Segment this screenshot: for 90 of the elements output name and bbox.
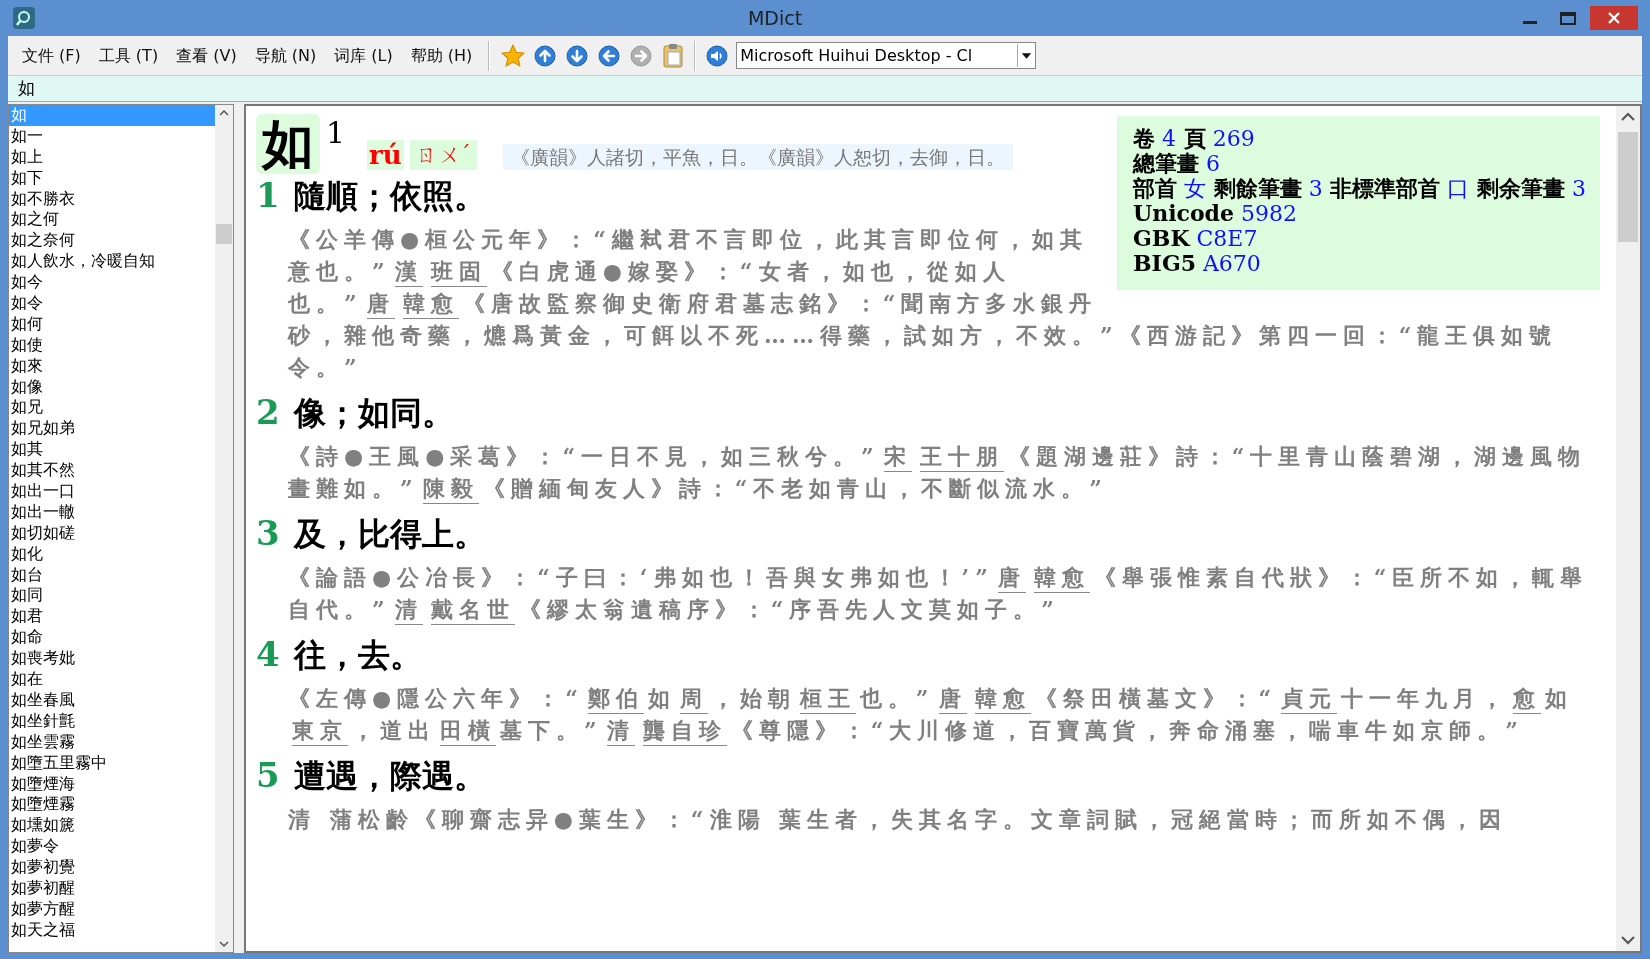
sidebar-item[interactable]: 如命 <box>9 627 215 649</box>
sidebar-item[interactable]: 如夢初醒 <box>9 877 215 899</box>
app-logo-icon <box>12 6 36 30</box>
sense-definition: 隨順；依照。 <box>293 176 486 217</box>
sidebar-item[interactable]: 如人飲水，冷暖自知 <box>9 251 215 273</box>
sense-number: 1 <box>256 174 280 216</box>
sidebar-item[interactable]: 如兄 <box>9 397 215 419</box>
citation-text: 《詩●王風●采葛》：“一日不見，如三秋兮。” 宋 王十朋 《題湖邊莊》詩：“十里青山蔭碧湖，湖邊風物畫難如。” 陳毅 《贈緬甸友人》詩：“不老如青山，不斷似流水。” <box>256 440 1600 504</box>
sense-number: 2 <box>256 391 280 433</box>
search-field[interactable]: 如 <box>8 76 1642 101</box>
scrollbar-thumb[interactable] <box>1618 132 1638 242</box>
sidebar-item[interactable]: 如令 <box>9 293 215 314</box>
rhyme-notes: 《廣韻》人諸切，平魚，日。《廣韻》人恕切，去御，日。 <box>502 144 1013 170</box>
sidebar-item[interactable]: 如一 <box>9 125 215 147</box>
pinyin: rú <box>367 140 404 170</box>
menu-item[interactable]: 帮助 (H) <box>402 43 481 68</box>
sidebar-item[interactable]: 如坐春風 <box>9 689 215 711</box>
sidebar-item[interactable]: 如出一口 <box>9 481 215 502</box>
sidebar-item[interactable]: 如台 <box>9 564 215 586</box>
scrollbar-thumb[interactable] <box>216 223 232 244</box>
menu-item[interactable]: 工具 (T) <box>90 43 167 68</box>
scrollbar[interactable] <box>1616 106 1640 951</box>
zhuyin: ㄖㄨˊ <box>409 140 477 170</box>
sense-definition: 遭遇，際遇。 <box>293 756 486 797</box>
voice-dropdown[interactable]: Microsoft Huihui Desktop - Cl <box>736 42 1037 69</box>
close-button[interactable] <box>1590 6 1638 30</box>
info-line: Unicode 5982 <box>1133 201 1298 226</box>
chevron-down-icon[interactable] <box>1620 933 1636 947</box>
sidebar-item[interactable]: 如之奈何 <box>9 230 215 252</box>
sidebar-item[interactable]: 如君 <box>9 606 215 628</box>
sidebar-item[interactable]: 如像 <box>9 376 215 398</box>
sidebar-item[interactable]: 如上 <box>9 146 215 168</box>
sidebar-item[interactable]: 如壎如篪 <box>9 815 215 837</box>
citation-text: 《左傳●隱公六年》：“ 鄭伯 如 周 ，始朝 桓王 也。” 唐 韓愈 《祭田橫墓文》：“ 貞元 十一年九月， 愈 如 東京 ，道出 田橫 墓下。” 清 龔自珍 《尊隱》：“大川修道，百寶萬貨，奔命涌塞，喘車牛如京師。” <box>256 682 1600 746</box>
sidebar-item[interactable]: 如化 <box>9 543 215 565</box>
sidebar-item[interactable]: 如不勝衣 <box>9 188 215 210</box>
homograph-number: 1 <box>326 118 346 148</box>
star-icon[interactable] <box>500 42 527 69</box>
arrow-left-icon[interactable] <box>597 43 622 68</box>
clipboard-icon[interactable] <box>662 42 685 69</box>
sidebar-item[interactable]: 如夢令 <box>9 836 215 858</box>
sense-number: 5 <box>256 754 280 796</box>
sidebar-item[interactable]: 如何 <box>9 313 215 335</box>
sidebar-item[interactable]: 如下 <box>9 167 215 189</box>
sidebar-item[interactable]: 如使 <box>9 334 215 356</box>
sidebar-item[interactable]: 如喪考妣 <box>9 648 215 670</box>
arrow-up-icon[interactable] <box>533 43 558 68</box>
info-line: GBK C8E7 <box>1133 226 1259 251</box>
sidebar-item[interactable]: 如其 <box>9 439 215 461</box>
sidebar-item[interactable]: 如墮煙霧 <box>9 794 215 816</box>
window-title: MDict <box>747 5 803 31</box>
sense-definition: 及，比得上。 <box>293 514 486 555</box>
citation-text: 清 蒲松齡《聊齋志异●葉生》：“淮陽 葉生者，失其名字。文章詞賦，冠絕當時；而所如不偶，因 <box>287 805 1509 834</box>
menu-item[interactable]: 查看 (V) <box>168 43 245 68</box>
sidebar-item[interactable]: 如出一轍 <box>9 501 215 523</box>
sidebar-item[interactable]: 如之何 <box>9 209 215 231</box>
sidebar-item[interactable]: 如天之福 <box>9 919 215 941</box>
sidebar-item[interactable]: 如來 <box>9 355 215 377</box>
sidebar-item[interactable]: 如切如磋 <box>9 522 215 544</box>
sidebar-item[interactable]: 如坐雲霧 <box>9 731 215 753</box>
speaker-icon[interactable] <box>705 43 730 68</box>
sidebar-item[interactable]: 如兄如弟 <box>9 418 215 440</box>
close-icon <box>1607 11 1621 25</box>
sidebar-item[interactable]: 如墮五里霧中 <box>9 752 215 774</box>
chevron-down-icon[interactable] <box>218 938 230 950</box>
sense-definition: 往，去。 <box>293 635 422 676</box>
maximize-icon <box>1560 11 1576 25</box>
scrollbar[interactable] <box>215 105 233 952</box>
menu-item[interactable]: 文件 (F) <box>14 43 89 68</box>
headword: 如 <box>256 114 320 174</box>
sidebar-item[interactable]: 如其不然 <box>9 460 215 482</box>
sidebar-item[interactable]: 如墮煙海 <box>9 773 215 795</box>
sidebar-item[interactable]: 如坐針氈 <box>9 710 215 732</box>
sidebar-item[interactable]: 如在 <box>9 669 215 690</box>
sense-number: 3 <box>256 512 280 554</box>
arrow-down-icon[interactable] <box>565 43 590 68</box>
sidebar-item[interactable]: 如今 <box>9 272 215 293</box>
info-line: 卷 4 頁 269 <box>1133 126 1256 151</box>
sidebar-item[interactable]: 如夢初覺 <box>9 857 215 878</box>
menu-item[interactable]: 词库 (L) <box>326 43 401 68</box>
menu-item[interactable]: 导航 (N) <box>246 43 325 68</box>
sense-number: 4 <box>256 633 280 675</box>
info-line: 部首 女 剩餘筆畫 3 非標準部首 口 剩余筆畫 3 <box>1133 176 1584 201</box>
info-line: BIG5 A670 <box>1133 251 1262 276</box>
sense-definition: 像；如同。 <box>293 393 454 434</box>
citation-text: 《論語●公冶長》：“子曰：‘弗如也！吾與女弗如也！’” 唐 韓愈 《舉張惟素自代狀》：“臣所不如，輒舉自代。” 清 戴名世 《繆太翁遺稿序》：“序吾先人文莫如子。” <box>256 561 1600 625</box>
sidebar-item[interactable]: 如同 <box>9 585 215 607</box>
sidebar-item[interactable]: 如夢方醒 <box>9 898 215 920</box>
minimize-icon <box>1523 21 1537 24</box>
info-line: 總筆畫 6 <box>1133 151 1221 176</box>
